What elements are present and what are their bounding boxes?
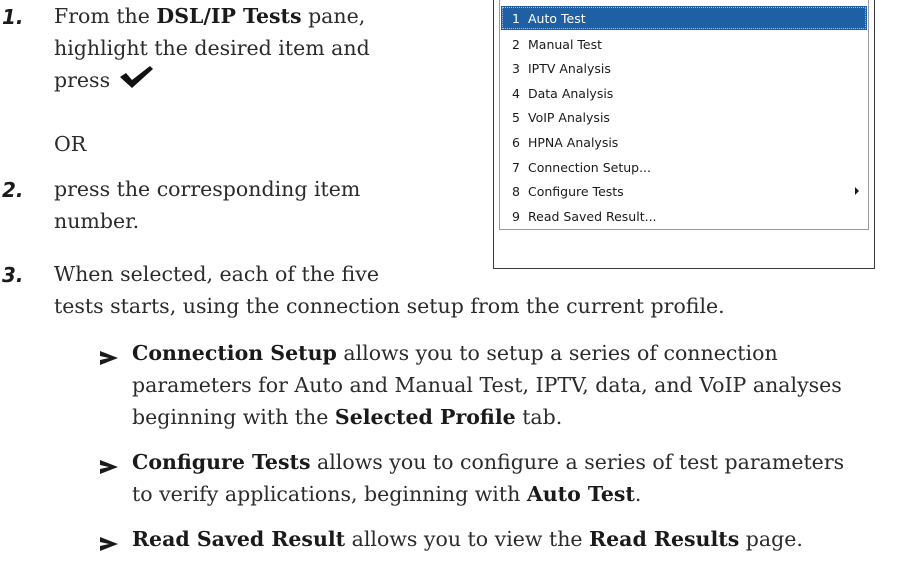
menu-item-connection-setup[interactable]: 7 Connection Setup... [501, 155, 867, 179]
menu-item-voip-analysis[interactable]: 5 VoIP Analysis [501, 105, 867, 129]
dsl-ip-tests-pane: 1 Auto Test 2 Manual Test 3 IPTV Analysis 4… [493, 0, 875, 269]
bullet-connection-setup: Connection Setup allows you to setup a s… [132, 341, 842, 429]
step-number: 1. [2, 5, 24, 29]
or-text: OR [54, 132, 87, 156]
bullet-read-saved-result: Read Saved Result allows you to view the… [132, 527, 803, 551]
checkmark-icon [117, 64, 155, 99]
menu-item-manual-test[interactable]: 2 Manual Test [501, 32, 867, 56]
step-number: 3. [2, 263, 24, 287]
submenu-arrow-icon [855, 187, 859, 195]
bullet-arrow-icon [100, 460, 118, 474]
step-number: 2. [2, 178, 24, 202]
step-1-text: From the DSL/IP Tests pane, highlight th… [54, 0, 370, 99]
menu-item-configure-tests[interactable]: 8 Configure Tests [501, 179, 867, 203]
menu-item-read-saved-result[interactable]: 9 Read Saved Result... [501, 204, 867, 228]
test-menu-list: 1 Auto Test 2 Manual Test 3 IPTV Analysis 4… [499, 0, 869, 230]
step-2-text: press the corresponding item number. [54, 177, 361, 233]
bullet-configure-tests: Configure Tests allows you to configure … [132, 450, 845, 506]
bullet-arrow-icon [100, 351, 118, 365]
menu-item-hpna-analysis[interactable]: 6 HPNA Analysis [501, 130, 867, 154]
menu-item-data-analysis[interactable]: 4 Data Analysis [501, 81, 867, 105]
bullet-arrow-icon [100, 537, 118, 551]
menu-item-auto-test[interactable]: 1 Auto Test [501, 6, 867, 30]
menu-item-iptv-analysis[interactable]: 3 IPTV Analysis [501, 56, 867, 80]
